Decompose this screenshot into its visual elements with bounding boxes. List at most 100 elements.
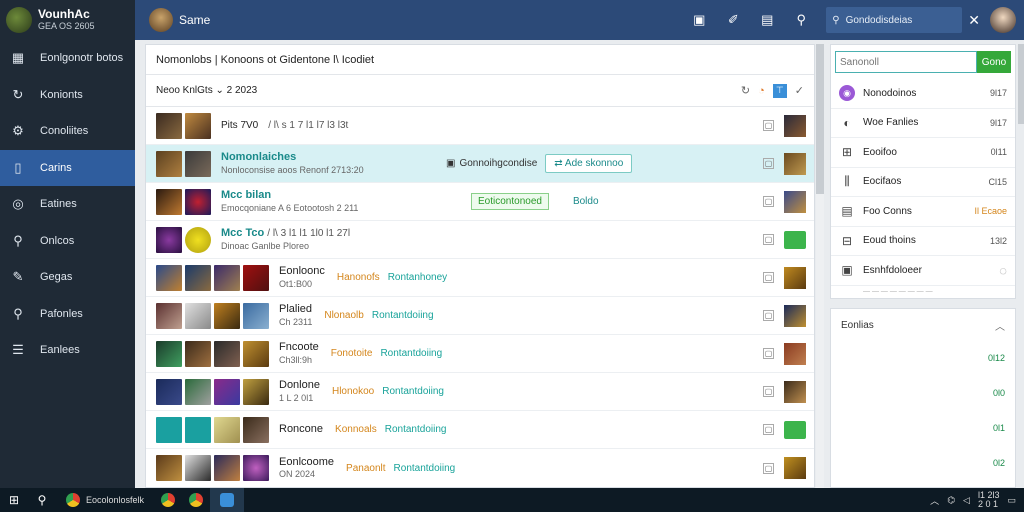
row-title: Roncone: [279, 422, 324, 435]
refresh-icon: ↻: [12, 86, 24, 102]
row-subtitle: 1 L 2 0l1: [279, 392, 314, 403]
row-tag: Konnoals: [335, 424, 377, 435]
table-row[interactable]: Mcc Tco / l\ 3 l1 l1 1l0 l1 27l Dinoac G…: [146, 221, 814, 259]
check-icon[interactable]: ✓: [795, 84, 804, 97]
right-scrollbar[interactable]: [1018, 44, 1024, 124]
row-checkbox[interactable]: ▢: [763, 120, 774, 131]
sidebar-item-0[interactable]: ▦ Eonlgonotr botos: [0, 40, 135, 77]
search-icon: ⚲: [832, 14, 840, 26]
row-checkbox[interactable]: ▢: [763, 272, 774, 283]
sidebar-item-2[interactable]: ⚙ Conoliites: [0, 113, 135, 150]
sidebar-item-4[interactable]: ◎ Eatines: [0, 186, 135, 223]
thumbnail: [214, 340, 240, 367]
search-button[interactable]: Gono: [977, 51, 1011, 73]
row-checkbox[interactable]: ▢: [763, 462, 774, 474]
sidebar-item-1[interactable]: ↻ Konionts: [0, 77, 135, 114]
list-item[interactable]: ▤ Foo Conns Il Ecaoe: [831, 197, 1015, 227]
app-avatar[interactable]: [149, 8, 173, 32]
windows-start-icon[interactable]: ⊞: [0, 488, 28, 512]
list-item[interactable]: ⫼ Eocifaos Cl15: [831, 168, 1015, 197]
document-icon: ▯: [14, 159, 22, 175]
approve-button[interactable]: [784, 230, 806, 249]
row-checkbox[interactable]: ▢: [763, 234, 774, 245]
sidebar-item-3[interactable]: ▯ Carins: [0, 149, 135, 186]
row-tag: Rontanhoney: [387, 272, 448, 283]
taskbar: ⊞ ⚲ Eocolonlosfelk ︿ ⌬ ◁ l1 2l3 2 0 1 ▭: [0, 488, 1024, 512]
thumbnail: [156, 264, 182, 291]
row-checkbox[interactable]: ▢: [763, 310, 774, 321]
search-input[interactable]: [835, 51, 977, 73]
list-item[interactable]: ⊞ Eooifoo 0l11: [831, 138, 1015, 168]
sidebar-item-7[interactable]: ⚲ Pafonles: [0, 296, 135, 333]
status-circle-icon[interactable]: ◔: [758, 85, 765, 97]
table-row[interactable]: Roncone Konnoals Rontantdoiing ▢: [146, 411, 814, 449]
sidebar-item-6[interactable]: ✎ Gegas: [0, 259, 135, 296]
chart-icon: ⫼: [844, 174, 850, 189]
main-scrollbar[interactable]: [816, 44, 824, 488]
table-row[interactable]: Fncoote Ch3ll:9h Fonotoite Rontantdoiing…: [146, 335, 814, 373]
topbar: Same ▣ ✐ ▤ ⚲ ⚲ Gondodisdeias ✕: [135, 0, 1024, 40]
row-checkbox[interactable]: ▢: [763, 424, 774, 435]
pin-icon[interactable]: ⊤: [772, 83, 787, 98]
row-action-button[interactable]: ⇄ Ade skonnoo: [545, 154, 633, 173]
chevron-up-icon[interactable]: ︿: [930, 494, 939, 507]
brand-title: VounhAc: [38, 7, 90, 22]
image-icon[interactable]: ▤: [758, 11, 776, 29]
row-tag: Panaonlt: [346, 462, 386, 474]
chrome-icon[interactable]: [182, 488, 210, 512]
network-icon[interactable]: ⌬: [947, 495, 955, 506]
section-header[interactable]: Eonlias ︿: [831, 309, 1015, 341]
row-checkbox[interactable]: ▢: [763, 158, 774, 169]
thumbnail: [784, 457, 806, 479]
tools-icon[interactable]: ✐: [724, 11, 742, 29]
thumbnail: [784, 304, 806, 327]
table-row[interactable]: Eonloonc Ot1:B00 Hanonofs Rontanhoney ▢: [146, 259, 814, 297]
list-item[interactable]: ◐ Woe Fanlies 9l17: [831, 109, 1015, 138]
row-checkbox[interactable]: ▢: [763, 196, 774, 207]
table-row[interactable]: Pits 7V0 / l\ s 1 7 l1 l7 l3 l3t ▢: [146, 107, 814, 145]
approve-button[interactable]: [784, 420, 806, 439]
list-item[interactable]: ▣ Esnhfdoloeer ◌: [831, 256, 1015, 286]
window-icon[interactable]: ▣: [690, 11, 708, 29]
list-item[interactable]: ⊟ Eoud thoins 13l2: [831, 227, 1015, 256]
refresh-icon[interactable]: ↻: [741, 84, 750, 97]
table-row[interactable]: Eonlcoome ON 2024 Panaonlt Rontantdoiing…: [146, 449, 814, 487]
sidebar-item-5[interactable]: ⚲ Onlcos: [0, 223, 135, 260]
top-search-field[interactable]: ⚲ Gondodisdeias: [826, 7, 963, 33]
scrollbar-thumb[interactable]: [816, 44, 824, 194]
close-icon[interactable]: ✕: [968, 12, 980, 29]
list-item[interactable]: ◉ Nonodoinos 9l17: [831, 79, 1015, 109]
brand: VounhAc GEA OS 2605: [0, 0, 135, 40]
thumbnail: [185, 150, 211, 177]
table-row-selected[interactable]: Nomonlaiches Nonloconsise aoos Renonf 27…: [146, 145, 814, 183]
volume-icon[interactable]: ◁: [963, 495, 970, 506]
row-title: Donlone: [279, 379, 320, 391]
row-meta: / l\ 3 l1 l1 1l0 l1 27l: [267, 228, 351, 239]
row-checkbox[interactable]: ▢: [763, 348, 774, 359]
search-icon[interactable]: ⚲: [28, 488, 56, 512]
row-mid-label: Gonnoihgcondise: [459, 158, 538, 169]
filter-dropdown[interactable]: Neoo KnlGts ⌄ 2 2023: [156, 85, 257, 96]
chevron-up-icon[interactable]: ︿: [995, 318, 1005, 333]
notification-icon[interactable]: ▭: [1007, 495, 1016, 506]
chrome-icon[interactable]: [154, 488, 182, 512]
sidebar-item-8[interactable]: ☰ Eanlees: [0, 332, 135, 369]
system-tray: ︿ ⌬ ◁ l1 2l3 2 0 1 ▭: [930, 491, 1016, 509]
image-icon: ▣: [841, 263, 853, 278]
thumbnail: [185, 302, 211, 329]
row-checkbox[interactable]: ▢: [763, 386, 774, 397]
search-icon[interactable]: ⚲: [792, 11, 810, 29]
thumbnail: [185, 112, 211, 139]
thumbnail: [156, 226, 182, 253]
row-tag: Rontantdoiing: [382, 386, 444, 397]
row-title: Eonlcoome: [279, 455, 335, 468]
table-row[interactable]: Donlone 1 L 2 0l1 Hlonokoo Rontantdoiing…: [146, 373, 814, 411]
row-tag: Rontantdoiing: [393, 462, 456, 474]
taskbar-app[interactable]: Eocolonlosfelk: [56, 488, 154, 512]
table-row[interactable]: Plalied Ch 2311 Nlonaolb Rontantdoiing ▢: [146, 297, 814, 335]
taskbar-app-active[interactable]: [210, 488, 245, 512]
chrome-icon: [66, 493, 80, 507]
user-avatar[interactable]: [990, 7, 1016, 33]
pin-icon: ⚲: [13, 305, 23, 321]
table-row[interactable]: Mcc bilan Emocqoniane A 6 Eotootosh 2 21…: [146, 183, 814, 221]
